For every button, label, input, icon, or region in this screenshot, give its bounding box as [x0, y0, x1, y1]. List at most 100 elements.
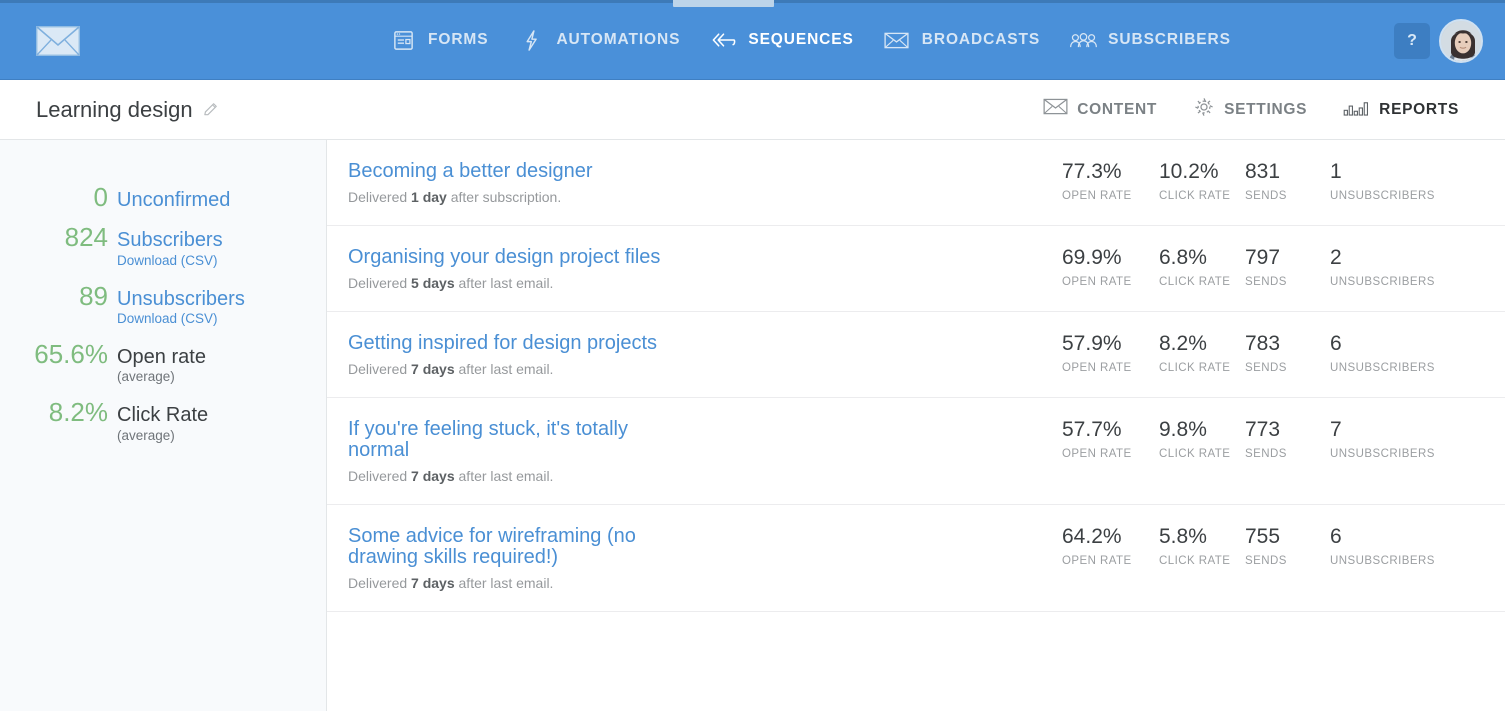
- delivery-interval: 7 days: [411, 361, 455, 377]
- table-row[interactable]: Becoming a better designer Delivered 1 d…: [327, 140, 1505, 226]
- nav-item-sequences[interactable]: SEQUENCES: [694, 0, 867, 80]
- nav-item-forms[interactable]: FORMS: [374, 0, 502, 80]
- email-metrics: 57.7% OPEN RATE 9.8% CLICK RATE 773 SEND…: [1062, 419, 1505, 460]
- email-metrics: 57.9% OPEN RATE 8.2% CLICK RATE 783 SEND…: [1062, 333, 1505, 374]
- sub-header-tabs: CONTENT SETTINGS REPORTS: [1025, 80, 1477, 139]
- delivery-suffix: after last email.: [454, 468, 554, 484]
- email-title-link[interactable]: If you're feeling stuck, it's totally no…: [348, 419, 688, 461]
- metric-label-click-rate: CLICK RATE: [1159, 555, 1231, 567]
- stat-label-click-rate: Click Rate: [117, 404, 209, 427]
- email-sequence-list: Becoming a better designer Delivered 1 d…: [327, 140, 1505, 711]
- nav-label-subscribers: SUBSCRIBERS: [1108, 31, 1231, 48]
- sub-header-bar: Learning design CONTENT SETTINGS REPORTS: [0, 80, 1505, 140]
- delivery-prefix: Delivered: [348, 575, 412, 591]
- tab-content[interactable]: CONTENT: [1025, 80, 1175, 139]
- tab-label-content: CONTENT: [1077, 100, 1158, 118]
- metric-value-open-rate: 64.2%: [1062, 525, 1122, 548]
- nav-item-automations[interactable]: AUTOMATIONS: [502, 0, 694, 80]
- envelope-icon: [1043, 98, 1068, 121]
- stat-label-subscribers[interactable]: Subscribers: [117, 229, 326, 251]
- metric-click-rate: 6.8% CLICK RATE: [1159, 247, 1245, 288]
- nav-label-automations: AUTOMATIONS: [556, 31, 681, 48]
- email-delivery-text: Delivered 5 days after last email.: [348, 275, 1062, 291]
- delivery-suffix: after last email.: [454, 361, 554, 377]
- email-delivery-text: Delivered 7 days after last email.: [348, 468, 1062, 484]
- metric-label-sends: SENDS: [1245, 555, 1287, 567]
- tab-label-reports: REPORTS: [1379, 100, 1459, 118]
- metric-value-sends: 773: [1245, 418, 1281, 441]
- table-row[interactable]: Getting inspired for design projects Del…: [327, 312, 1505, 398]
- stat-sub-click-rate: (average): [117, 427, 175, 443]
- metric-unsubscribers: 2 UNSUBSCRIBERS: [1330, 247, 1490, 288]
- delivery-interval: 7 days: [411, 575, 455, 591]
- email-title-link[interactable]: Organising your design project files: [348, 247, 678, 268]
- email-info: Some advice for wireframing (no drawing …: [327, 526, 1062, 592]
- help-button[interactable]: ?: [1394, 23, 1430, 59]
- email-title-link[interactable]: Some advice for wireframing (no drawing …: [348, 526, 688, 568]
- metric-sends: 783 SENDS: [1245, 333, 1330, 374]
- metric-label-open-rate: OPEN RATE: [1062, 190, 1132, 202]
- table-row[interactable]: Organising your design project files Del…: [327, 226, 1505, 312]
- delivery-interval: 7 days: [411, 468, 455, 484]
- metric-value-sends: 783: [1245, 332, 1281, 355]
- email-info: Getting inspired for design projects Del…: [327, 333, 1062, 378]
- metric-label-unsubscribers: UNSUBSCRIBERS: [1330, 276, 1435, 288]
- stat-row-open-rate: 65.6% Open rate (average): [0, 341, 326, 386]
- stat-row-unsubscribers: 89 Unsubscribers Download (CSV): [0, 283, 326, 328]
- metric-value-sends: 755: [1245, 525, 1281, 548]
- app-root: FORMS AUTOMATIONS SEQUENCES BROADCASTS S…: [0, 0, 1505, 711]
- pencil-icon[interactable]: [202, 101, 219, 118]
- stat-label-unsubscribers[interactable]: Unsubscribers: [117, 288, 326, 310]
- metric-label-click-rate: CLICK RATE: [1159, 190, 1231, 202]
- email-title-link[interactable]: Becoming a better designer: [348, 161, 688, 182]
- delivery-suffix: after subscription.: [446, 189, 562, 205]
- lightning-bolt-icon: [516, 27, 546, 53]
- stat-label-open-rate: Open rate: [117, 345, 206, 368]
- top-navigation-bar: FORMS AUTOMATIONS SEQUENCES BROADCASTS S…: [0, 0, 1505, 80]
- metric-label-unsubscribers: UNSUBSCRIBERS: [1330, 448, 1435, 460]
- email-delivery-text: Delivered 1 day after subscription.: [348, 189, 1062, 205]
- download-csv-subscribers-link[interactable]: Download (CSV): [117, 253, 326, 270]
- metric-value-click-rate: 10.2%: [1159, 160, 1219, 183]
- metric-label-open-rate: OPEN RATE: [1062, 276, 1132, 288]
- people-group-icon: [1068, 27, 1098, 53]
- metric-unsubscribers: 1 UNSUBSCRIBERS: [1330, 161, 1490, 202]
- stat-sub-open-rate: (average): [117, 369, 175, 385]
- main-nav-items: FORMS AUTOMATIONS SEQUENCES BROADCASTS S…: [374, 0, 1245, 80]
- metric-value-unsubscribers: 6: [1330, 525, 1342, 548]
- tab-reports[interactable]: REPORTS: [1325, 80, 1477, 139]
- metric-label-open-rate: OPEN RATE: [1062, 448, 1132, 460]
- metric-label-unsubscribers: UNSUBSCRIBERS: [1330, 190, 1435, 202]
- stat-row-subscribers: 824 Subscribers Download (CSV): [0, 224, 326, 269]
- metric-label-click-rate: CLICK RATE: [1159, 362, 1231, 374]
- delivery-prefix: Delivered: [348, 361, 412, 377]
- envelope-logo-icon[interactable]: [36, 26, 80, 56]
- metric-sends: 797 SENDS: [1245, 247, 1330, 288]
- table-row[interactable]: If you're feeling stuck, it's totally no…: [327, 398, 1505, 505]
- email-title-link[interactable]: Getting inspired for design projects: [348, 333, 678, 354]
- stat-label-unconfirmed[interactable]: Unconfirmed: [117, 189, 326, 211]
- email-metrics: 77.3% OPEN RATE 10.2% CLICK RATE 831 SEN…: [1062, 161, 1505, 202]
- metric-value-unsubscribers: 6: [1330, 332, 1342, 355]
- metric-click-rate: 5.8% CLICK RATE: [1159, 526, 1245, 567]
- metric-value-unsubscribers: 2: [1330, 246, 1342, 269]
- email-info: If you're feeling stuck, it's totally no…: [327, 419, 1062, 485]
- download-csv-unsubscribers-link[interactable]: Download (CSV): [117, 311, 326, 328]
- table-row[interactable]: Some advice for wireframing (no drawing …: [327, 505, 1505, 612]
- user-avatar[interactable]: [1439, 19, 1483, 63]
- metric-value-unsubscribers: 7: [1330, 418, 1342, 441]
- metric-label-click-rate: CLICK RATE: [1159, 276, 1231, 288]
- stat-value-unconfirmed: 0: [93, 182, 108, 212]
- nav-item-broadcasts[interactable]: BROADCASTS: [868, 0, 1054, 80]
- tab-label-settings: SETTINGS: [1224, 100, 1308, 118]
- double-chevron-arrow-icon: [708, 27, 738, 53]
- metric-sends: 831 SENDS: [1245, 161, 1330, 202]
- nav-item-subscribers[interactable]: SUBSCRIBERS: [1054, 0, 1245, 80]
- metric-value-open-rate: 69.9%: [1062, 246, 1122, 269]
- metric-click-rate: 10.2% CLICK RATE: [1159, 161, 1245, 202]
- tab-settings[interactable]: SETTINGS: [1175, 80, 1325, 139]
- metric-value-click-rate: 5.8%: [1159, 525, 1207, 548]
- stat-row-unconfirmed: 0 Unconfirmed: [0, 184, 326, 211]
- delivery-prefix: Delivered: [348, 275, 412, 291]
- stat-value-click-rate: 8.2%: [48, 397, 108, 428]
